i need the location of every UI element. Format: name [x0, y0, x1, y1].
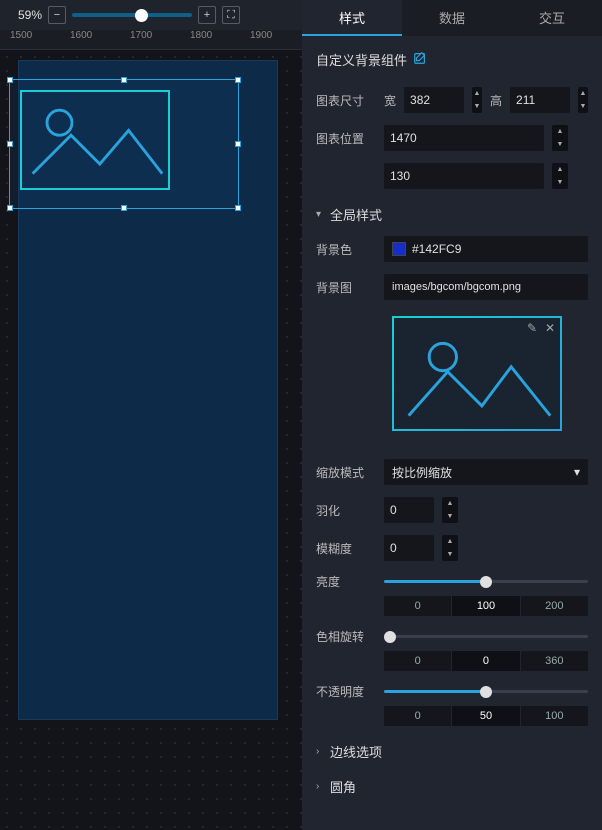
tab-style[interactable]: 样式 [302, 0, 402, 36]
section-radius-label: 圆角 [330, 777, 356, 796]
brightness-value: 100 [452, 596, 520, 616]
height-input[interactable] [510, 87, 570, 113]
bgimg-path-input[interactable]: images/bgcom/bgcom.png [384, 274, 588, 300]
section-global-style[interactable]: ▾ 全局样式 [302, 195, 602, 230]
position-x-input[interactable] [384, 125, 544, 151]
artboard[interactable] [18, 60, 278, 720]
opacity-slider[interactable] [384, 690, 588, 693]
bgcolor-swatch [392, 242, 406, 256]
feather-spinner[interactable]: ▲▼ [442, 497, 458, 523]
bgimg-value: images/bgcom/bgcom.png [392, 281, 521, 293]
width-label: 宽 [384, 92, 396, 109]
opacity-label: 不透明度 [316, 683, 376, 700]
position-y-input[interactable] [384, 163, 544, 189]
resize-handle-ne[interactable] [235, 77, 241, 83]
selected-component[interactable] [9, 79, 239, 209]
preview-remove-icon[interactable]: ✕ [543, 321, 557, 335]
scale-row: 缩放模式 按比例缩放 ▾ [302, 453, 602, 491]
section-border[interactable]: › 边线选项 [302, 732, 602, 767]
zoom-out-button[interactable]: − [48, 6, 66, 24]
blur-row: 模糊度 ▲▼ [302, 529, 602, 567]
blur-label: 模糊度 [316, 540, 376, 557]
zoom-toolbar: 59% − + ⛶ [0, 0, 302, 30]
bgimg-preview[interactable]: ✎ ✕ [392, 316, 562, 431]
blur-spinner[interactable]: ▲▼ [442, 535, 458, 561]
blur-input[interactable] [384, 535, 434, 561]
hue-slider[interactable] [384, 635, 588, 638]
bgcolor-value: #142FC9 [412, 242, 461, 256]
canvas-pane: 59% − + ⛶ 1500 1600 1700 1800 1900 [0, 0, 302, 830]
feather-label: 羽化 [316, 502, 376, 519]
scale-mode-select[interactable]: 按比例缩放 ▾ [384, 459, 588, 485]
resize-handle-sw[interactable] [7, 205, 13, 211]
brightness-label: 亮度 [316, 573, 376, 590]
bgcolor-row: 背景色 #142FC9 [302, 230, 602, 268]
resize-handle-n[interactable] [121, 77, 127, 83]
component-title: 自定义背景组件 [316, 50, 407, 69]
opacity-value: 50 [452, 706, 520, 726]
bgcolor-picker[interactable]: #142FC9 [384, 236, 588, 262]
position-y-spinner[interactable]: ▲▼ [552, 163, 568, 189]
height-spinner[interactable]: ▲▼ [578, 87, 588, 113]
hue-value: 0 [452, 651, 520, 671]
size-label: 图表尺寸 [316, 92, 376, 109]
feather-row: 羽化 ▲▼ [302, 491, 602, 529]
ruler-horizontal: 1500 1600 1700 1800 1900 [0, 30, 302, 50]
brightness-slider[interactable] [384, 580, 588, 583]
canvas-area[interactable] [0, 50, 302, 830]
position-label: 图表位置 [316, 130, 376, 147]
caret-down-icon: ▾ [574, 465, 580, 479]
feather-input[interactable] [384, 497, 434, 523]
opacity-max: 100 [521, 706, 588, 726]
panel-tabs: 样式 数据 交互 [302, 0, 602, 36]
panel-body: 自定义背景组件 图表尺寸 宽 ▲▼ 高 ▲▼ 图表位置 ▲▼ ▲▼ [302, 36, 602, 830]
hue-max: 360 [521, 651, 588, 671]
section-global-label: 全局样式 [330, 205, 382, 224]
resize-handle-nw[interactable] [7, 77, 13, 83]
width-spinner[interactable]: ▲▼ [472, 87, 482, 113]
brightness-min: 0 [384, 596, 452, 616]
brightness-max: 200 [521, 596, 588, 616]
scale-value: 按比例缩放 [392, 464, 452, 481]
chevron-right-icon: › [316, 781, 326, 792]
opacity-row: 不透明度 0 50 100 [302, 677, 602, 732]
position-x-spinner[interactable]: ▲▼ [552, 125, 568, 151]
width-input[interactable] [404, 87, 464, 113]
hue-row: 色相旋转 0 0 360 [302, 622, 602, 677]
component-title-row: 自定义背景组件 [302, 46, 602, 81]
position-row-y: ▲▼ [302, 157, 602, 195]
bgimg-row: 背景图 images/bgcom/bgcom.png [302, 268, 602, 306]
zoom-fit-button[interactable]: ⛶ [222, 6, 240, 24]
tab-interaction[interactable]: 交互 [502, 0, 602, 36]
position-row-x: 图表位置 ▲▼ [302, 119, 602, 157]
resize-handle-se[interactable] [235, 205, 241, 211]
zoom-slider[interactable] [72, 13, 192, 17]
properties-panel: 样式 数据 交互 自定义背景组件 图表尺寸 宽 ▲▼ 高 ▲▼ 图表位置 ▲▼ [302, 0, 602, 830]
section-border-label: 边线选项 [330, 742, 382, 761]
zoom-percent: 59% [6, 8, 42, 22]
zoom-in-button[interactable]: + [198, 6, 216, 24]
chevron-right-icon: › [316, 746, 326, 757]
opacity-min: 0 [384, 706, 452, 726]
resize-handle-w[interactable] [7, 141, 13, 147]
tab-data[interactable]: 数据 [402, 0, 502, 36]
bgcolor-label: 背景色 [316, 241, 376, 258]
size-row: 图表尺寸 宽 ▲▼ 高 ▲▼ [302, 81, 602, 119]
hue-min: 0 [384, 651, 452, 671]
bgimg-label: 背景图 [316, 279, 376, 296]
preview-edit-icon[interactable]: ✎ [525, 321, 539, 335]
height-label: 高 [490, 92, 502, 109]
section-radius[interactable]: › 圆角 [302, 767, 602, 802]
brightness-row: 亮度 0 100 200 [302, 567, 602, 622]
resize-handle-s[interactable] [121, 205, 127, 211]
edit-title-icon[interactable] [413, 51, 427, 68]
hue-label: 色相旋转 [316, 628, 376, 645]
chevron-down-icon: ▾ [316, 209, 326, 220]
scale-label: 缩放模式 [316, 464, 376, 481]
image-placeholder-icon [20, 90, 170, 190]
resize-handle-e[interactable] [235, 141, 241, 147]
